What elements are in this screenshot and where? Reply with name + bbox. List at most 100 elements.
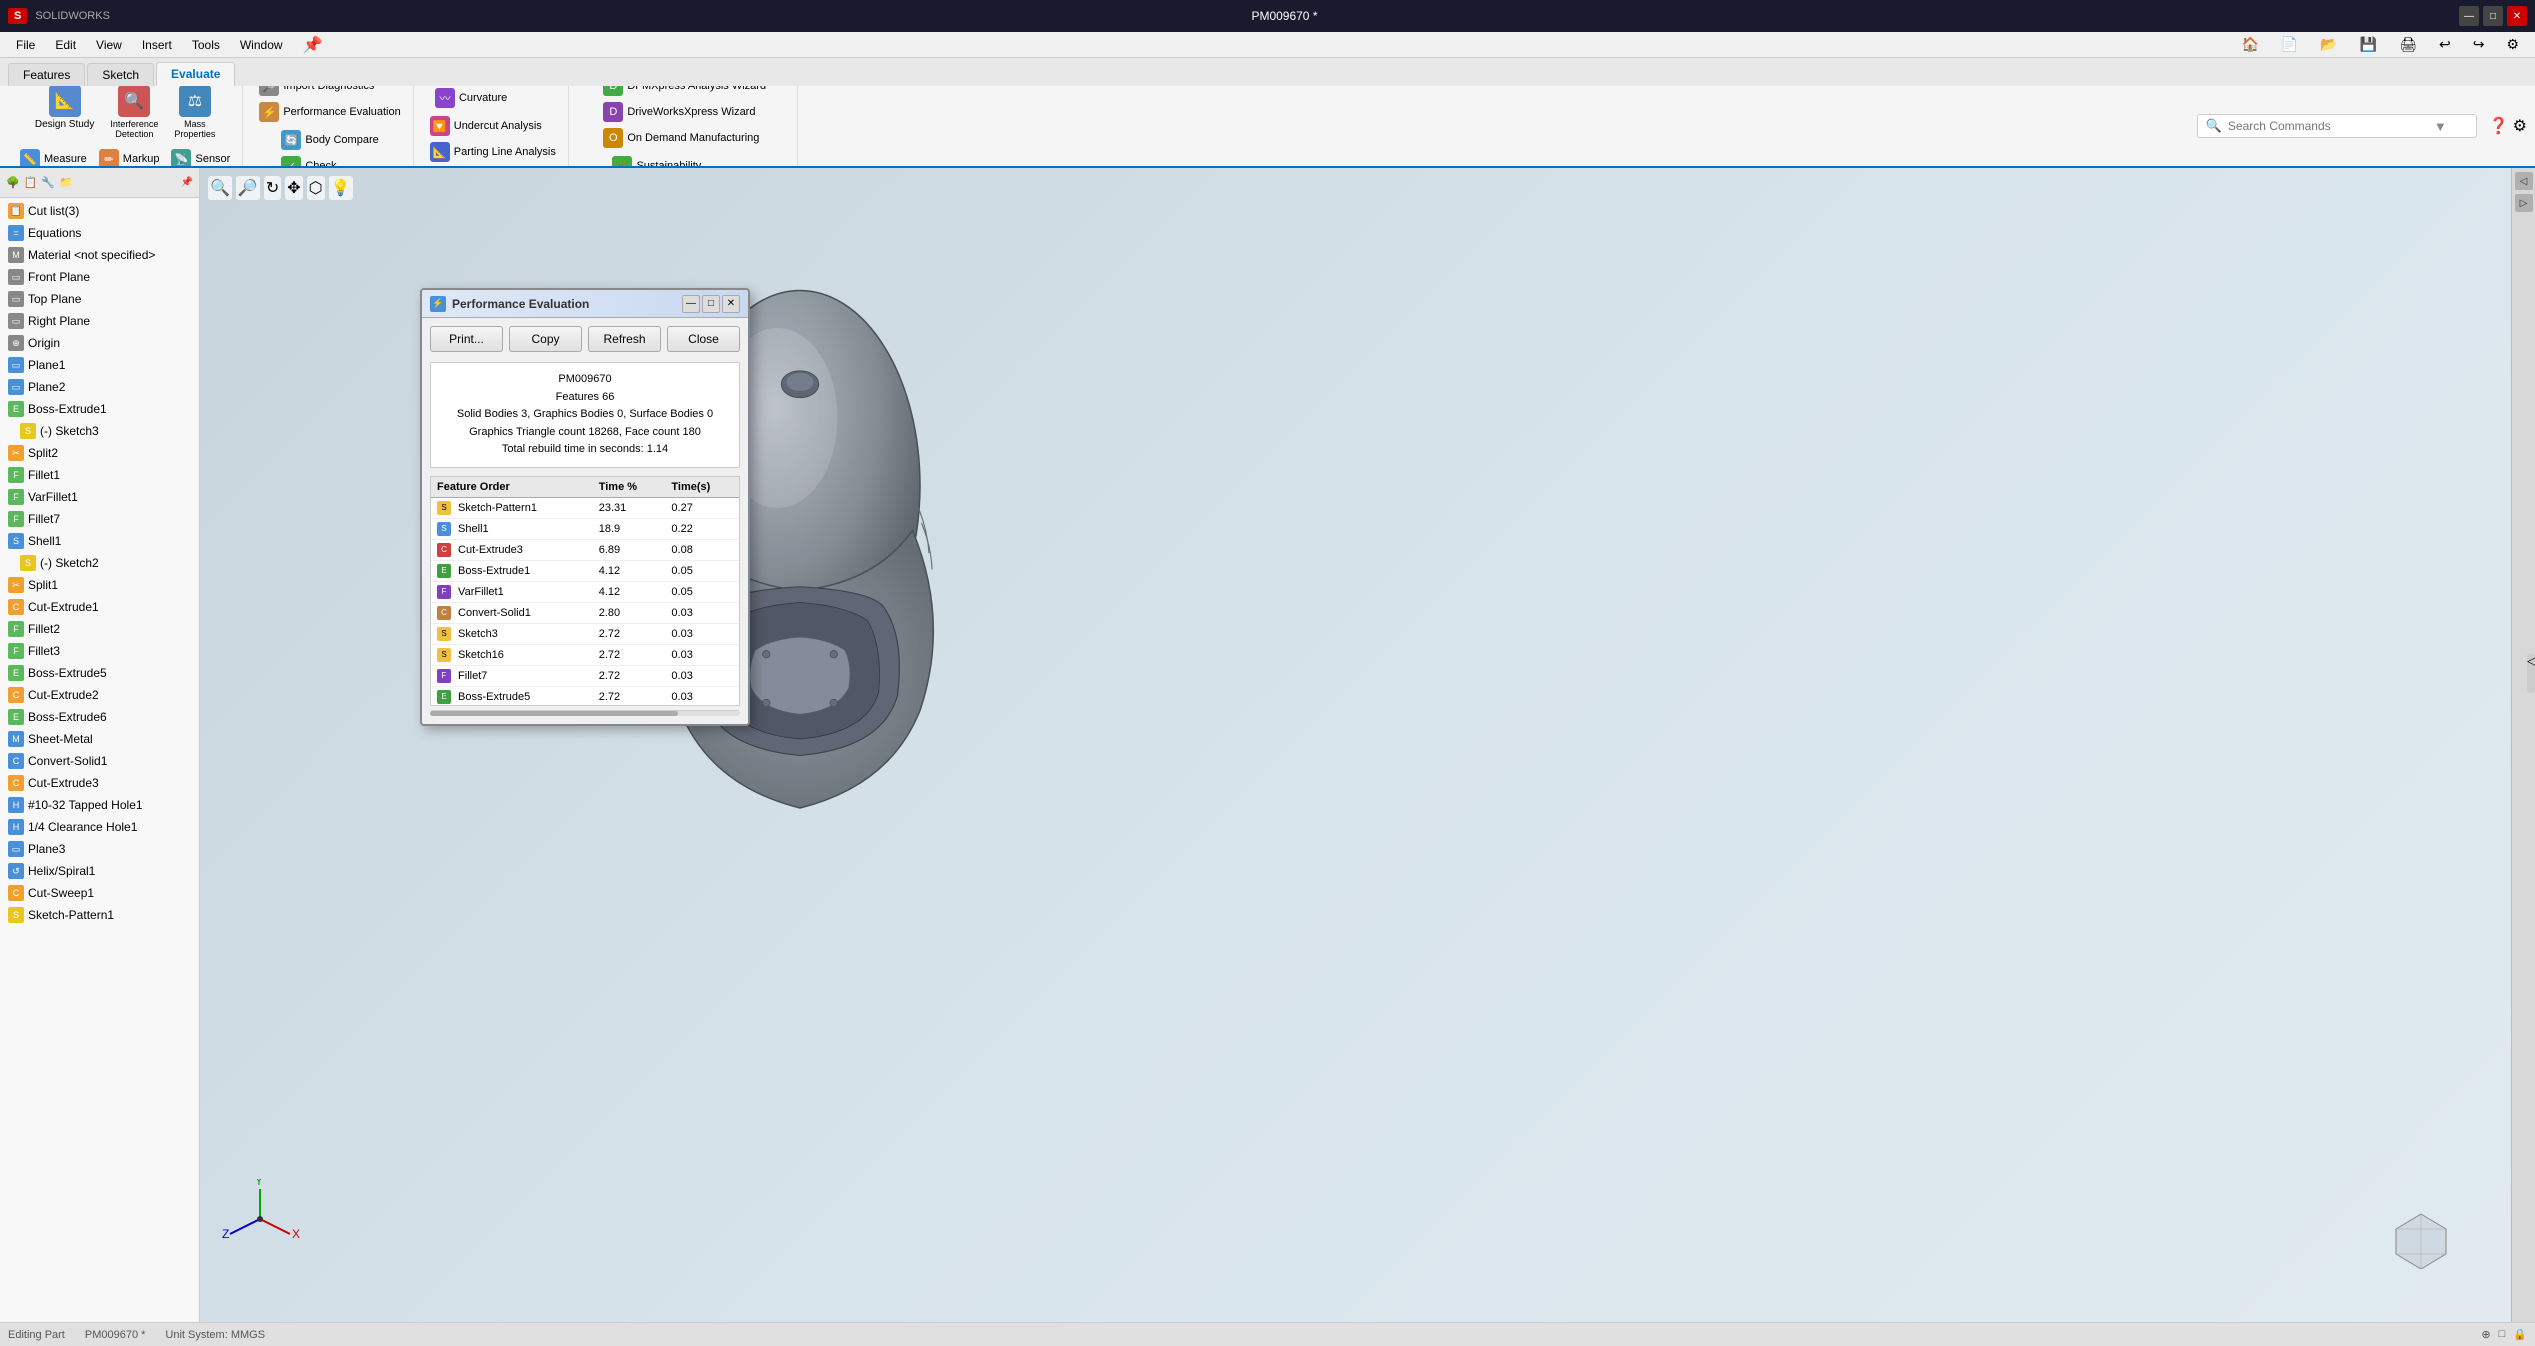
settings-icon[interactable]: ⚙ [2513, 116, 2527, 136]
table-scrollbar-thumb[interactable] [430, 711, 678, 716]
tree-item-fillet2[interactable]: F Fillet2 [0, 618, 199, 640]
tree-item-split2[interactable]: ✂ Split2 [0, 442, 199, 464]
toolbar-open[interactable]: 📂 [2312, 34, 2345, 55]
tree-item-top-plane[interactable]: ▭ Top Plane [0, 288, 199, 310]
tree-item-material[interactable]: M Material <not specified> [0, 244, 199, 266]
tree-item-plane2[interactable]: ▭ Plane2 [0, 376, 199, 398]
tree-item-boss-extrude6[interactable]: E Boss-Extrude6 [0, 706, 199, 728]
tree-item-fillet7[interactable]: F Fillet7 [0, 508, 199, 530]
menu-window[interactable]: Window [232, 36, 291, 54]
search-dropdown-icon[interactable]: ▼ [2434, 119, 2447, 134]
tree-item-sheet-metal[interactable]: M Sheet-Metal [0, 728, 199, 750]
tree-item-clearance-hole1[interactable]: H 1/4 Clearance Hole1 [0, 816, 199, 838]
table-row[interactable]: E Boss-Extrude1 4.12 0.05 [431, 560, 739, 581]
on-demand-button[interactable]: O On Demand Manufacturing [599, 126, 770, 150]
tree-item-cutlist[interactable]: 📋 Cut list(3) [0, 200, 199, 222]
tree-item-boss-extrude1[interactable]: E Boss-Extrude1 [0, 398, 199, 420]
dialog-close-button[interactable]: ✕ [722, 295, 740, 313]
tree-item-cut-sweep1[interactable]: C Cut-Sweep1 [0, 882, 199, 904]
maximize-button[interactable]: □ [2483, 6, 2503, 26]
toolbar-settings[interactable]: ⚙ [2498, 34, 2527, 55]
markup-button[interactable]: ✏ Markup [95, 147, 164, 166]
driveworksxpress-button[interactable]: D DriveWorksXpress Wizard [599, 100, 770, 124]
menu-edit[interactable]: Edit [47, 36, 84, 54]
tab-evaluate[interactable]: Evaluate [156, 62, 235, 87]
tree-icon-2[interactable]: 📋 [24, 176, 38, 189]
tree-pin[interactable]: 📌 [181, 177, 193, 188]
status-icon-2[interactable]: □ [2499, 1328, 2506, 1341]
tree-item-shell1[interactable]: S Shell1 [0, 530, 199, 552]
tree-item-boss-extrude5[interactable]: E Boss-Extrude5 [0, 662, 199, 684]
display-icon[interactable]: 💡 [329, 176, 353, 200]
menu-tools[interactable]: Tools [184, 36, 228, 54]
close-dialog-button[interactable]: Close [667, 326, 740, 352]
toolbar-save[interactable]: 💾 [2352, 34, 2385, 55]
view-cube[interactable] [2391, 1209, 2451, 1272]
mass-properties-button[interactable]: ⚖ MassProperties [168, 86, 221, 143]
parting-line-button[interactable]: 📐 Parting Line Analysis [426, 140, 560, 164]
dialog-minimize-button[interactable]: — [682, 295, 700, 313]
tree-item-fillet3[interactable]: F Fillet3 [0, 640, 199, 662]
table-row[interactable]: E Boss-Extrude5 2.72 0.03 [431, 686, 739, 706]
print-button[interactable]: Print... [430, 326, 503, 352]
tree-item-cut-extrude2[interactable]: C Cut-Extrude2 [0, 684, 199, 706]
window-controls[interactable]: — □ ✕ [2459, 6, 2527, 26]
refresh-button[interactable]: Refresh [588, 326, 661, 352]
dialog-maximize-button[interactable]: □ [702, 295, 720, 313]
import-diagnostics-button[interactable]: 🔎 Import Diagnostics [255, 86, 404, 98]
tree-item-convert-solid1[interactable]: C Convert-Solid1 [0, 750, 199, 772]
toolbar-print[interactable]: 🖨 [2391, 34, 2425, 55]
search-input[interactable] [2228, 119, 2428, 133]
tree-item-right-plane[interactable]: ▭ Right Plane [0, 310, 199, 332]
tree-item-tapped-hole1[interactable]: H #10-32 Tapped Hole1 [0, 794, 199, 816]
table-row[interactable]: S Sketch3 2.72 0.03 [431, 623, 739, 644]
sustainability-button[interactable]: 🌿 Sustainability [608, 154, 760, 166]
view-orient-icon[interactable]: ⬡ [307, 176, 325, 200]
table-row[interactable]: F VarFillet1 4.12 0.05 [431, 581, 739, 602]
table-row[interactable]: S Sketch-Pattern1 23.31 0.27 [431, 497, 739, 518]
minimize-button[interactable]: — [2459, 6, 2479, 26]
tree-item-origin[interactable]: ⊕ Origin [0, 332, 199, 354]
undercut-analysis-button[interactable]: 🔽 Undercut Analysis [426, 114, 560, 138]
tree-item-plane3[interactable]: ▭ Plane3 [0, 838, 199, 860]
tree-item-fillet1[interactable]: F Fillet1 [0, 464, 199, 486]
interference-detection-button[interactable]: 🔍 InterferenceDetection [104, 86, 164, 143]
menu-view[interactable]: View [88, 36, 130, 54]
tab-sketch[interactable]: Sketch [87, 63, 154, 86]
table-row[interactable]: S Sketch16 2.72 0.03 [431, 644, 739, 665]
tab-features[interactable]: Features [8, 63, 85, 86]
body-compare-button[interactable]: 🔄 Body Compare [277, 128, 382, 152]
table-row[interactable]: C Cut-Extrude3 6.89 0.08 [431, 539, 739, 560]
tree-item-plane1[interactable]: ▭ Plane1 [0, 354, 199, 376]
tree-item-cut-extrude3[interactable]: C Cut-Extrude3 [0, 772, 199, 794]
status-icon-3[interactable]: 🔒 [2513, 1328, 2527, 1341]
rotate-icon[interactable]: ↻ [264, 176, 281, 200]
performance-evaluation-button[interactable]: ⚡ Performance Evaluation [255, 100, 404, 124]
table-row[interactable]: F Fillet7 2.72 0.03 [431, 665, 739, 686]
menu-pin[interactable]: 📌 [295, 33, 331, 57]
design-study-button[interactable]: 📐 Design Study [29, 86, 100, 143]
tree-item-front-plane[interactable]: ▭ Front Plane [0, 266, 199, 288]
tree-item-sketch-pattern1[interactable]: S Sketch-Pattern1 [0, 904, 199, 926]
copy-button[interactable]: Copy [509, 326, 582, 352]
toolbar-undo[interactable]: ↩ [2431, 34, 2459, 55]
viewport[interactable]: 🔍 🔎 ↻ ✥ ⬡ 💡 [200, 168, 2511, 1322]
table-row[interactable]: C Convert-Solid1 2.80 0.03 [431, 602, 739, 623]
right-panel-btn-1[interactable]: ◁ [2515, 172, 2533, 190]
toolbar-new[interactable]: 📄 [2273, 34, 2306, 55]
table-row[interactable]: S Shell1 18.9 0.22 [431, 518, 739, 539]
tree-icon-4[interactable]: 📁 [59, 176, 73, 189]
sensor-button[interactable]: 📡 Sensor [167, 147, 234, 166]
curvature-button[interactable]: 〰 Curvature [431, 86, 555, 110]
tree-item-sketch3[interactable]: S (-) Sketch3 [0, 420, 199, 442]
tree-icon-1[interactable]: 🌳 [6, 176, 20, 189]
tree-item-varfillet1[interactable]: F VarFillet1 [0, 486, 199, 508]
tree-item-split1[interactable]: ✂ Split1 [0, 574, 199, 596]
zoom-fit-icon[interactable]: 🔍 [208, 176, 232, 200]
menu-insert[interactable]: Insert [134, 36, 180, 54]
status-icon-1[interactable]: ⊕ [2481, 1328, 2490, 1341]
tree-item-sketch2[interactable]: S (-) Sketch2 [0, 552, 199, 574]
toolbar-home[interactable]: 🏠 [2233, 34, 2266, 55]
tree-icon-3[interactable]: 🔧 [41, 176, 55, 189]
check-button[interactable]: ✓ Check [277, 154, 382, 166]
